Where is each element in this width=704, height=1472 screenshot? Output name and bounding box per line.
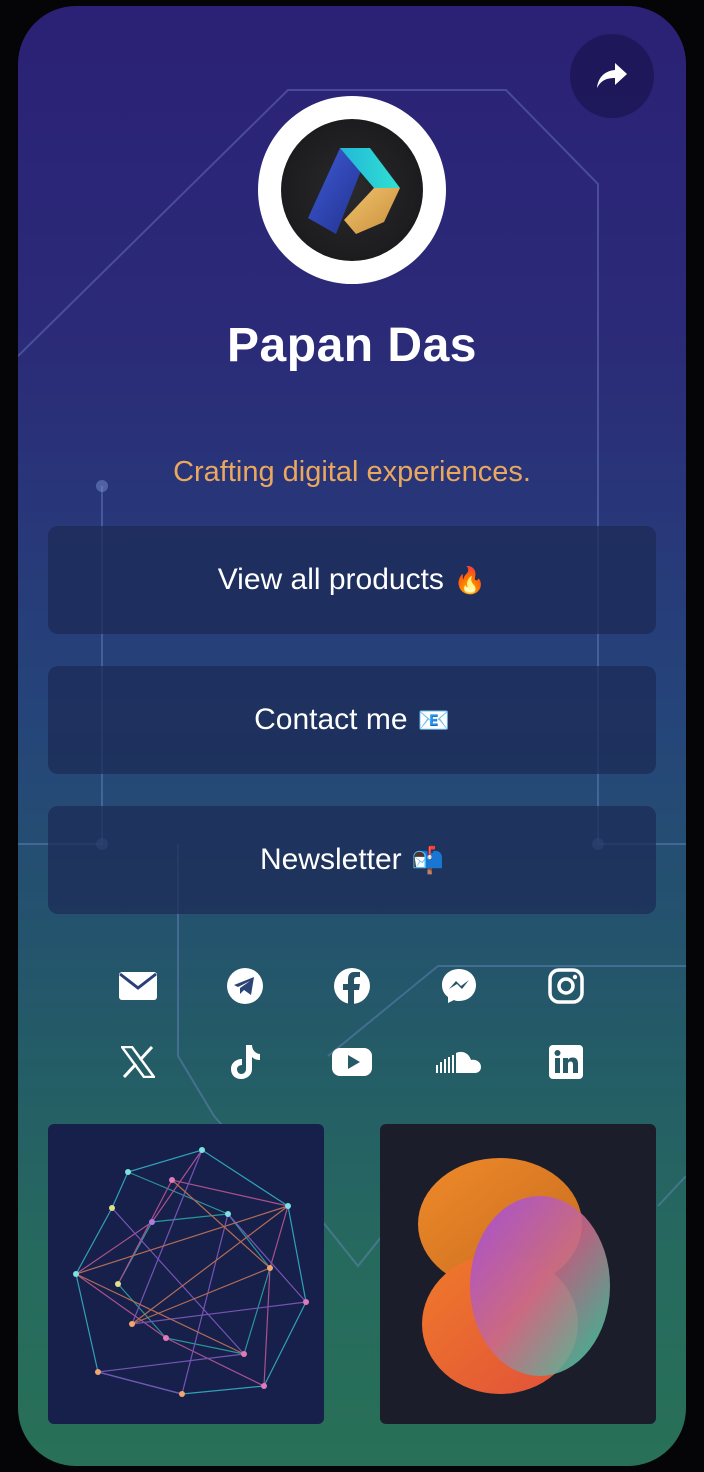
tiktok-icon [231, 1045, 260, 1079]
telegram-icon [227, 968, 263, 1004]
product-thumbnail-2[interactable] [380, 1124, 656, 1424]
mailbox-icon: 📬 [411, 844, 445, 875]
facebook-icon [334, 968, 370, 1004]
telegram-link[interactable] [215, 956, 275, 1016]
x-icon [121, 1046, 155, 1078]
avatar-inner [281, 119, 423, 261]
view-products-label: View all products [217, 563, 444, 596]
x-link[interactable] [108, 1032, 168, 1092]
instagram-link[interactable] [536, 956, 596, 1016]
share-arrow-icon [597, 63, 627, 88]
newsletter-button[interactable]: Newsletter 📬 [48, 806, 656, 914]
youtube-link[interactable] [322, 1032, 382, 1092]
avatar [258, 96, 446, 284]
instagram-icon [548, 968, 584, 1004]
messenger-link[interactable] [429, 956, 489, 1016]
share-button[interactable] [570, 34, 654, 118]
tiktok-link[interactable] [215, 1032, 275, 1092]
profile-tagline: Crafting digital experiences. [173, 456, 531, 488]
abstract-logo-icon [308, 148, 400, 234]
linkedin-link[interactable] [536, 1032, 596, 1092]
profile-page: Papan Das Crafting digital experiences. … [18, 6, 686, 1466]
email-icon [119, 972, 157, 1000]
network-graph-thumbnail [48, 1124, 324, 1424]
facebook-link[interactable] [322, 956, 382, 1016]
youtube-icon [332, 1048, 372, 1076]
messenger-icon [442, 969, 476, 1003]
profile-name: Papan Das [227, 319, 477, 372]
contact-me-label: Contact me [254, 703, 408, 736]
envelope-icon: 📧 [417, 704, 450, 735]
phone-frame: Papan Das Crafting digital experiences. … [0, 0, 704, 1472]
contact-me-button[interactable]: Contact me 📧 [48, 666, 656, 774]
soundcloud-link[interactable] [429, 1032, 489, 1092]
fire-icon: 🔥 [453, 564, 487, 595]
soundcloud-icon [436, 1051, 481, 1073]
product-thumbnail-1[interactable] [48, 1124, 324, 1424]
view-products-button[interactable]: View all products 🔥 [48, 526, 656, 634]
linkedin-icon [549, 1045, 583, 1079]
email-link[interactable] [108, 956, 168, 1016]
gradient-blobs-thumbnail [380, 1124, 656, 1424]
newsletter-label: Newsletter [259, 843, 402, 876]
